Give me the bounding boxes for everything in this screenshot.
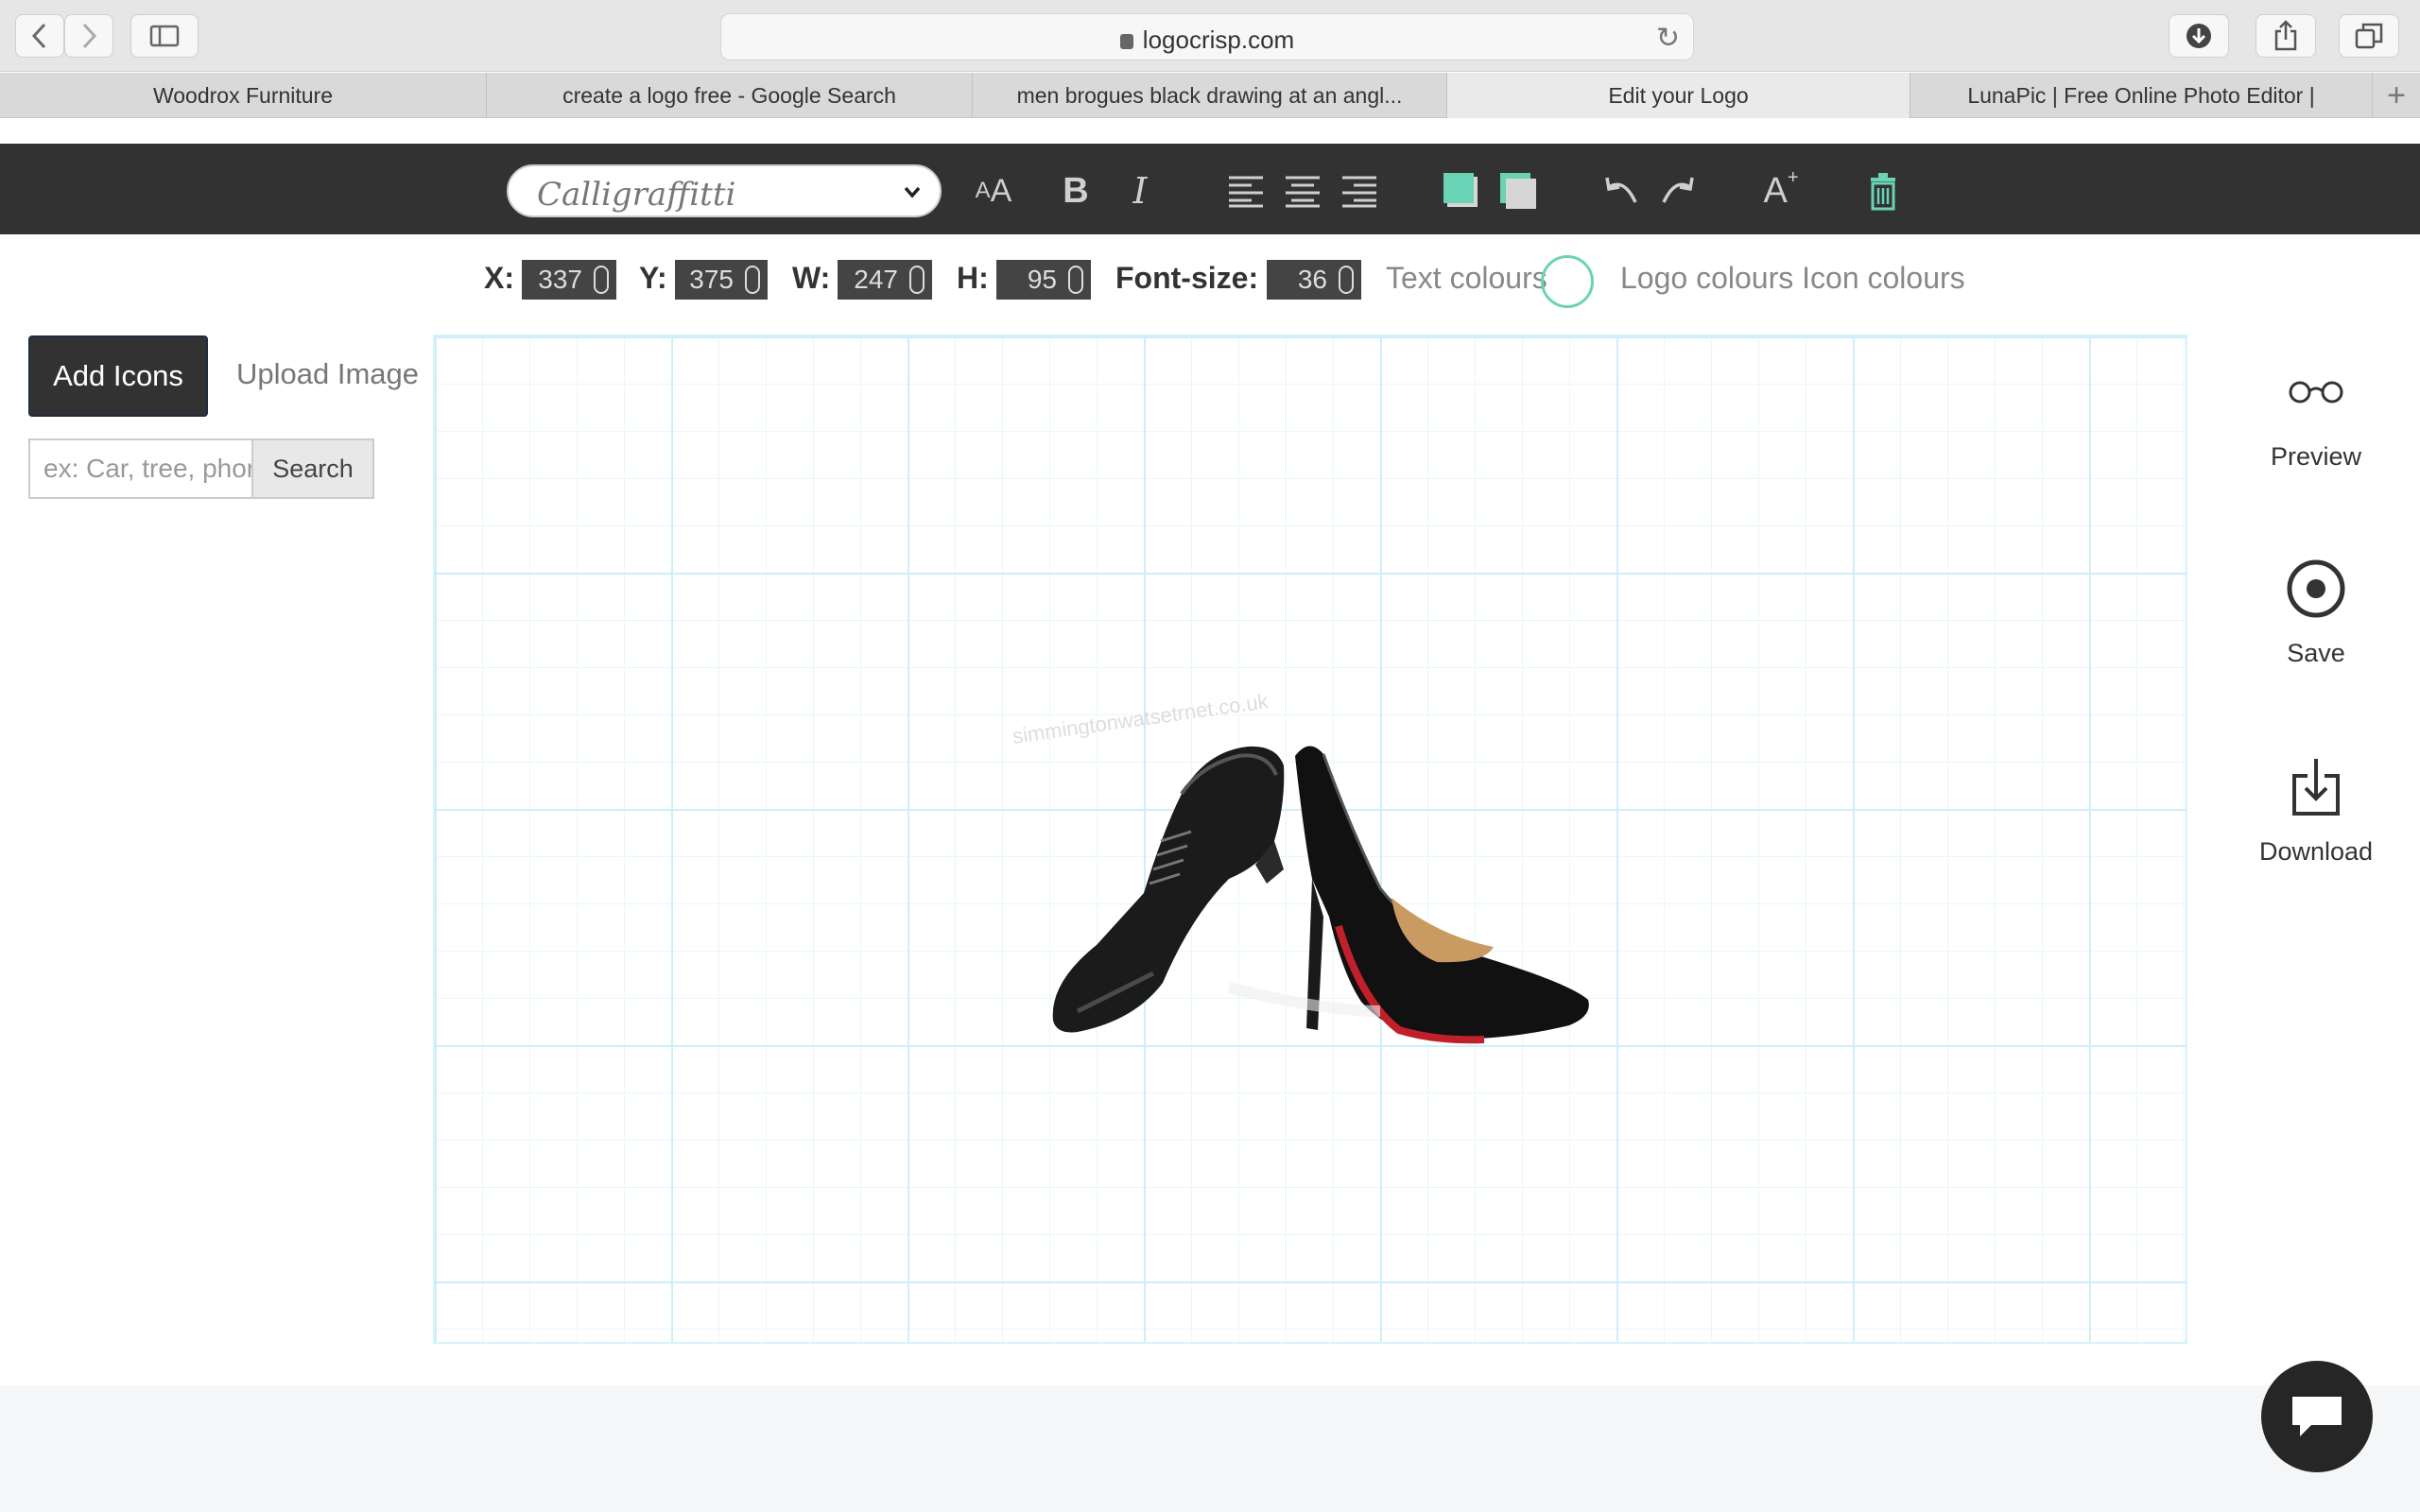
download-label: Download bbox=[2258, 837, 2374, 866]
text-colour-swatch[interactable] bbox=[1541, 255, 1594, 308]
undo-icon[interactable] bbox=[1601, 164, 1643, 217]
chevron-left-icon bbox=[31, 23, 46, 49]
fill-colour-icon[interactable] bbox=[1441, 164, 1482, 217]
spinner-icon[interactable] bbox=[745, 266, 760, 294]
share-button[interactable] bbox=[2256, 14, 2316, 58]
search-button[interactable]: Search bbox=[251, 438, 374, 499]
url-text: logocrisp.com bbox=[1142, 26, 1295, 54]
new-tab-button[interactable]: + bbox=[2373, 73, 2420, 118]
lock-icon bbox=[1119, 34, 1133, 49]
w-label: W: bbox=[792, 261, 831, 295]
save-action[interactable]: Save bbox=[2250, 556, 2382, 668]
y-input[interactable]: 375 bbox=[675, 260, 768, 300]
tab-edit-logo[interactable]: Edit your Logo bbox=[1447, 73, 1910, 118]
sidebar-icon bbox=[149, 25, 180, 47]
spinner-icon[interactable] bbox=[909, 266, 925, 294]
download-action[interactable]: Download bbox=[2250, 754, 2382, 867]
chat-button[interactable] bbox=[2261, 1361, 2373, 1472]
download-circle-icon bbox=[2187, 24, 2211, 48]
icon-search-input[interactable]: ex: Car, tree, phone bbox=[28, 438, 251, 499]
italic-icon[interactable]: I bbox=[1121, 164, 1159, 217]
browser-toolbar: logocrisp.com ↻ bbox=[0, 0, 2420, 72]
forward-button[interactable] bbox=[64, 14, 113, 58]
save-label: Save bbox=[2287, 639, 2345, 667]
tab-woodrox[interactable]: Woodrox Furniture bbox=[0, 73, 487, 118]
bold-icon[interactable]: B bbox=[1057, 164, 1095, 217]
h-label: H: bbox=[957, 261, 989, 295]
spinner-icon[interactable] bbox=[594, 266, 609, 294]
chevron-down-icon bbox=[904, 186, 921, 198]
record-icon bbox=[2287, 559, 2345, 618]
sidebar-toggle-button[interactable] bbox=[130, 14, 199, 58]
chevron-right-icon bbox=[82, 23, 97, 49]
font-size-label: Font-size: bbox=[1115, 261, 1259, 295]
page-footer bbox=[0, 1385, 2420, 1512]
back-button[interactable] bbox=[15, 14, 64, 58]
add-icons-button[interactable]: Add Icons bbox=[28, 335, 208, 417]
preview-label: Preview bbox=[2270, 442, 2362, 471]
h-input[interactable]: 95 bbox=[996, 260, 1091, 300]
y-label: Y: bbox=[639, 261, 667, 295]
spinner-icon[interactable] bbox=[1068, 266, 1083, 294]
address-bar[interactable]: logocrisp.com ↻ bbox=[720, 13, 1694, 60]
tabs-icon bbox=[2355, 23, 2383, 49]
font-size-icon[interactable]: AA bbox=[970, 164, 1017, 217]
align-right-icon[interactable] bbox=[1339, 164, 1380, 217]
add-text-icon[interactable]: A + bbox=[1760, 164, 1802, 217]
stroke-colour-icon[interactable] bbox=[1497, 164, 1539, 217]
x-input[interactable]: 337 bbox=[522, 260, 616, 300]
w-input[interactable]: 247 bbox=[838, 260, 932, 300]
text-colours-link[interactable]: Text colours bbox=[1386, 261, 1547, 296]
tab-lunapic[interactable]: LunaPic | Free Online Photo Editor | bbox=[1910, 73, 2373, 118]
preview-action[interactable]: Preview bbox=[2250, 359, 2382, 472]
tab-bar: Woodrox Furniture create a logo free - G… bbox=[0, 73, 2420, 118]
spinner-icon[interactable] bbox=[1339, 266, 1354, 294]
x-label: X: bbox=[484, 261, 514, 295]
upload-image-button[interactable]: Upload Image bbox=[236, 357, 419, 391]
glasses-icon bbox=[2289, 381, 2343, 404]
editor-toolbar: Calligraffitti AA B I A + bbox=[0, 144, 2420, 234]
chat-bubble-icon bbox=[2292, 1397, 2342, 1436]
tabs-overview-button[interactable] bbox=[2339, 14, 2399, 58]
redo-icon[interactable] bbox=[1656, 164, 1698, 217]
font-name: Calligraffitti bbox=[537, 176, 736, 214]
downloads-button[interactable] bbox=[2169, 14, 2229, 58]
align-center-icon[interactable] bbox=[1282, 164, 1323, 217]
share-icon bbox=[2274, 20, 2297, 51]
font-size-input[interactable]: 36 bbox=[1267, 260, 1361, 300]
align-left-icon[interactable] bbox=[1225, 164, 1267, 217]
trash-icon[interactable] bbox=[1864, 164, 1902, 217]
tab-men-brogues[interactable]: men brogues black drawing at an angl... bbox=[973, 73, 1447, 118]
shoes-image[interactable] bbox=[1040, 699, 1607, 1058]
reload-icon[interactable]: ↻ bbox=[1656, 22, 1680, 55]
font-select[interactable]: Calligraffitti bbox=[507, 164, 942, 217]
tab-google-search[interactable]: create a logo free - Google Search bbox=[487, 73, 973, 118]
logo-icon-colours-link[interactable]: Logo colours Icon colours bbox=[1620, 261, 1965, 296]
download-icon bbox=[2292, 759, 2340, 816]
